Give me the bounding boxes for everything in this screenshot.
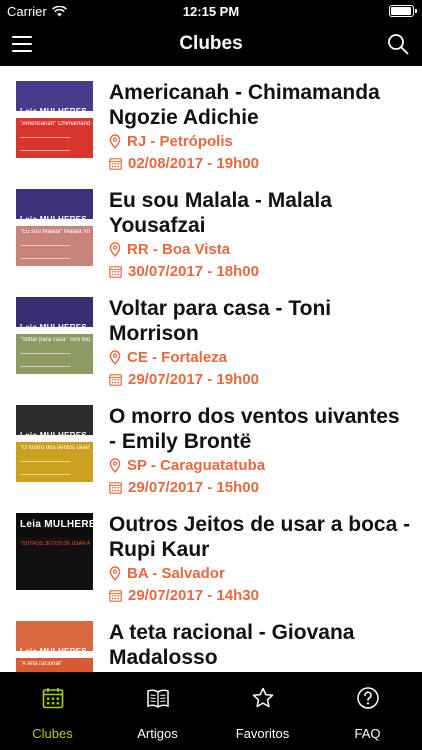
club-cover-image: Leia MULHERES "Voltar para casa" Toni Mor… <box>16 297 93 374</box>
tab-label-faq: FAQ <box>354 726 381 741</box>
star-icon <box>252 687 274 708</box>
calendar-date-icon <box>109 157 122 170</box>
location-pin-icon <box>109 565 121 581</box>
club-datetime: 29/07/2017 - 14h30 <box>109 586 259 604</box>
club-title: Eu sou Malala - Malala Yousafzai <box>109 189 332 237</box>
calendar-date-icon <box>109 265 122 278</box>
club-datetime: 29/07/2017 - 19h00 <box>109 370 259 388</box>
club-location-text: SP - Caraguatatuba <box>127 456 266 474</box>
club-datetime: 30/07/2017 - 18h00 <box>109 262 259 280</box>
club-location: BA - Salvador <box>109 564 225 582</box>
cover-caption-text: "OUTROS JEITOS DE USAR A BOCA" RUPI KAUR <box>20 541 90 547</box>
club-datetime-text: 30/07/2017 - 18h00 <box>128 262 259 280</box>
status-time: 12:15 PM <box>182 4 240 19</box>
help-icon <box>357 687 379 709</box>
club-datetime-text: 02/08/2017 - 19h00 <box>128 154 259 172</box>
tab-label-clubes: Clubes <box>32 726 73 741</box>
navigation-bar: Clubes <box>0 22 422 66</box>
club-datetime-text: 29/07/2017 - 19h00 <box>128 370 259 388</box>
page-title: Clubes <box>179 33 243 54</box>
club-datetime: 02/08/2017 - 19h00 <box>109 154 259 172</box>
club-cover-image: Leia MULHERES "OUTROS JEITOS DE USAR A BO… <box>16 513 93 590</box>
cover-caption-text: "Voltar para casa" Toni Morrison <box>20 337 90 343</box>
cover-brand-text: Leia MULHERES <box>20 519 93 530</box>
tab-label-favoritos: Favoritos <box>235 726 290 741</box>
tab-faq[interactable]: FAQ <box>315 672 420 750</box>
club-location-text: BA - Salvador <box>127 564 225 582</box>
cover-brand-text: Leia MULHERES <box>20 431 88 440</box>
club-datetime-text: 29/07/2017 - 14h30 <box>128 586 259 604</box>
club-location: SP - Caraguatatuba <box>109 456 265 474</box>
club-cover-image: Leia MULHERES "A teta racional" <box>16 621 93 672</box>
club-title: A teta racional - Giovana Madalosso <box>109 621 355 669</box>
tab-bar: Clubes Artigos Favoritos FAQ <box>0 672 422 750</box>
location-pin-icon <box>109 349 121 365</box>
calendar-date-icon <box>109 481 122 494</box>
tab-favoritos[interactable]: Favoritos <box>210 672 315 750</box>
club-title: Outros Jeitos de usar a boca - Rupi Kaur <box>109 513 411 561</box>
club-datetime: 29/07/2017 - 15h00 <box>109 478 259 496</box>
club-title: Voltar para casa - Toni Morrison <box>109 297 332 345</box>
location-pin-icon <box>109 241 121 257</box>
cover-brand-text: Leia MULHERES <box>20 107 88 116</box>
location-pin-icon <box>109 133 121 149</box>
cover-brand-text: Leia MULHERES <box>20 647 88 656</box>
cover-brand-text: Leia MULHERES <box>20 215 88 224</box>
club-title: O morro dos ventos uivantes - Emily Bron… <box>109 405 400 453</box>
book-icon <box>147 689 169 708</box>
club-list-item[interactable]: Leia MULHERES "Eu sou Malala" Malala Yous… <box>0 174 422 282</box>
club-location-text: RR - Boa Vista <box>127 240 231 258</box>
club-list-item[interactable]: Leia MULHERES "Americanah" Chimamanda Ngo… <box>0 66 422 174</box>
club-location-text: CE - Fortaleza <box>127 348 228 366</box>
club-datetime-text: 29/07/2017 - 15h00 <box>128 478 259 496</box>
location-pin-icon <box>109 457 121 473</box>
calendar-date-icon <box>109 589 122 602</box>
club-list-item[interactable]: Leia MULHERES "O morro dos ventos uivante… <box>0 390 422 498</box>
club-list-item[interactable]: Leia MULHERES "Voltar para casa" Toni Mor… <box>0 282 422 390</box>
club-list[interactable]: Leia MULHERES "Americanah" Chimamanda Ngo… <box>0 66 422 672</box>
club-location: RJ - Petrópolis <box>109 132 233 150</box>
calendar-icon <box>42 688 64 709</box>
cover-caption-text: "Eu sou Malala" Malala Yousafzai <box>20 229 90 235</box>
club-cover-image: Leia MULHERES "Americanah" Chimamanda Ngo… <box>16 81 93 158</box>
club-list-item[interactable]: Leia MULHERES "A teta racional" A teta rac… <box>0 606 422 672</box>
tab-clubes[interactable]: Clubes <box>0 672 105 750</box>
battery-icon <box>389 5 417 17</box>
club-location: CE - Fortaleza <box>109 348 227 366</box>
club-location: RR - Boa Vista <box>109 240 230 258</box>
search-icon[interactable] <box>386 32 410 56</box>
tab-artigos[interactable]: Artigos <box>105 672 210 750</box>
club-location-text: RJ - Petrópolis <box>127 132 233 150</box>
cover-caption-text: "A teta racional" <box>20 661 63 667</box>
club-cover-image: Leia MULHERES "O morro dos ventos uivante… <box>16 405 93 482</box>
calendar-date-icon <box>109 373 122 386</box>
battery-level <box>391 7 411 15</box>
club-list-item[interactable]: Leia MULHERES "OUTROS JEITOS DE USAR A BO… <box>0 498 422 606</box>
cover-brand-text: Leia MULHERES <box>20 323 88 332</box>
club-title: Americanah - Chimamanda Ngozie Adichie <box>109 81 380 129</box>
club-cover-image: Leia MULHERES "Eu sou Malala" Malala Yous… <box>16 189 93 266</box>
tab-label-artigos: Artigos <box>137 726 178 741</box>
cover-caption-text: "O morro dos ventos uivantes" Emily Bron… <box>20 445 90 451</box>
status-bar: Carrier 12:15 PM <box>0 0 422 22</box>
cover-caption-text: "Americanah" Chimamanda Ngozie Adichie <box>20 121 90 127</box>
